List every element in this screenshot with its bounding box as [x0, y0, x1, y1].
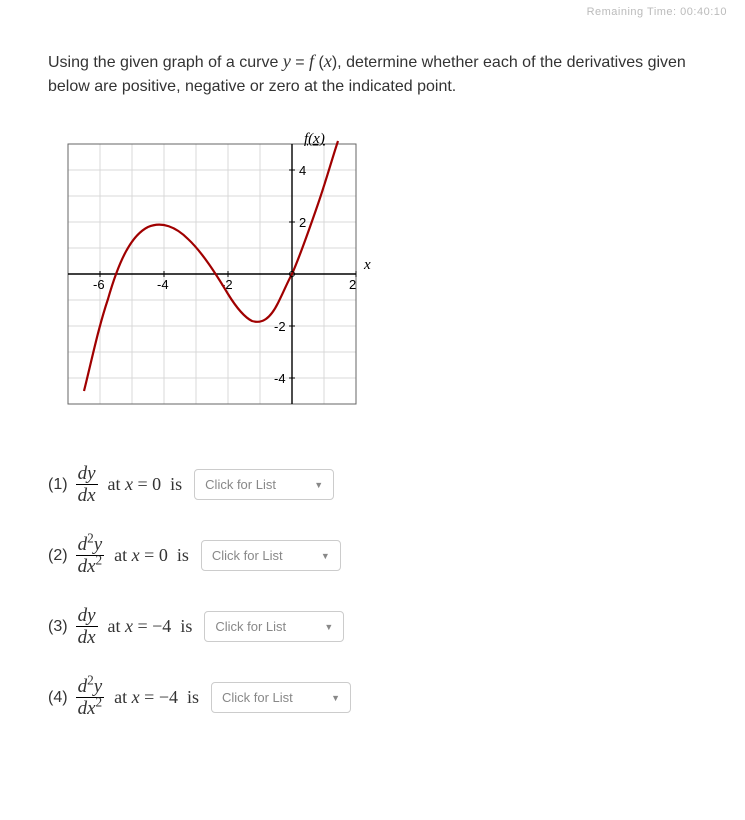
question-row-1: (1) dy dx at x = 0 is Click for List ▼ — [48, 464, 697, 505]
caret-down-icon: ▼ — [324, 622, 333, 632]
caret-down-icon: ▼ — [331, 693, 340, 703]
ytick-4: 4 — [299, 163, 306, 178]
question-number: (2) — [48, 547, 68, 565]
at-point: at x = −4 is — [108, 616, 193, 637]
remaining-time: Remaining Time: 00:40:10 — [0, 0, 745, 18]
ytick-m4: -4 — [274, 371, 286, 386]
xtick-m6: -6 — [93, 277, 105, 292]
xtick-2: 2 — [349, 277, 356, 292]
answer-dropdown-2[interactable]: Click for List ▼ — [201, 540, 341, 571]
at-point: at x = 0 is — [114, 545, 189, 566]
derivative-4: d2y dx2 — [76, 677, 105, 718]
question-row-3: (3) dy dx at x = −4 is Click for List ▼ — [48, 606, 697, 647]
ytick-m2: -2 — [274, 319, 286, 334]
answer-dropdown-4[interactable]: Click for List ▼ — [211, 682, 351, 713]
question-number: (1) — [48, 476, 68, 494]
at-point: at x = −4 is — [114, 687, 199, 708]
answer-dropdown-1[interactable]: Click for List ▼ — [194, 469, 334, 500]
question-prompt: Using the given graph of a curve y = f (… — [48, 48, 697, 99]
answer-dropdown-3[interactable]: Click for List ▼ — [204, 611, 344, 642]
caret-down-icon: ▼ — [314, 480, 323, 490]
ytick-2: 2 — [299, 215, 306, 230]
derivative-2: d2y dx2 — [76, 535, 105, 576]
caret-down-icon: ▼ — [321, 551, 330, 561]
curve-fx — [84, 141, 338, 391]
derivative-3: dy dx — [76, 606, 98, 647]
y-axis-label: f(x) — [304, 131, 325, 147]
question-number: (3) — [48, 618, 68, 636]
question-number: (4) — [48, 689, 68, 707]
graph-plot: -6 -4 -2 2 4 2 -2 -4 x f(x) — [48, 129, 697, 424]
question-row-2: (2) d2y dx2 at x = 0 is Click for List ▼ — [48, 535, 697, 576]
at-point: at x = 0 is — [108, 474, 183, 495]
xtick-m4: -4 — [157, 277, 169, 292]
derivative-1: dy dx — [76, 464, 98, 505]
question-row-4: (4) d2y dx2 at x = −4 is Click for List … — [48, 677, 697, 718]
x-axis-label: x — [363, 257, 371, 273]
